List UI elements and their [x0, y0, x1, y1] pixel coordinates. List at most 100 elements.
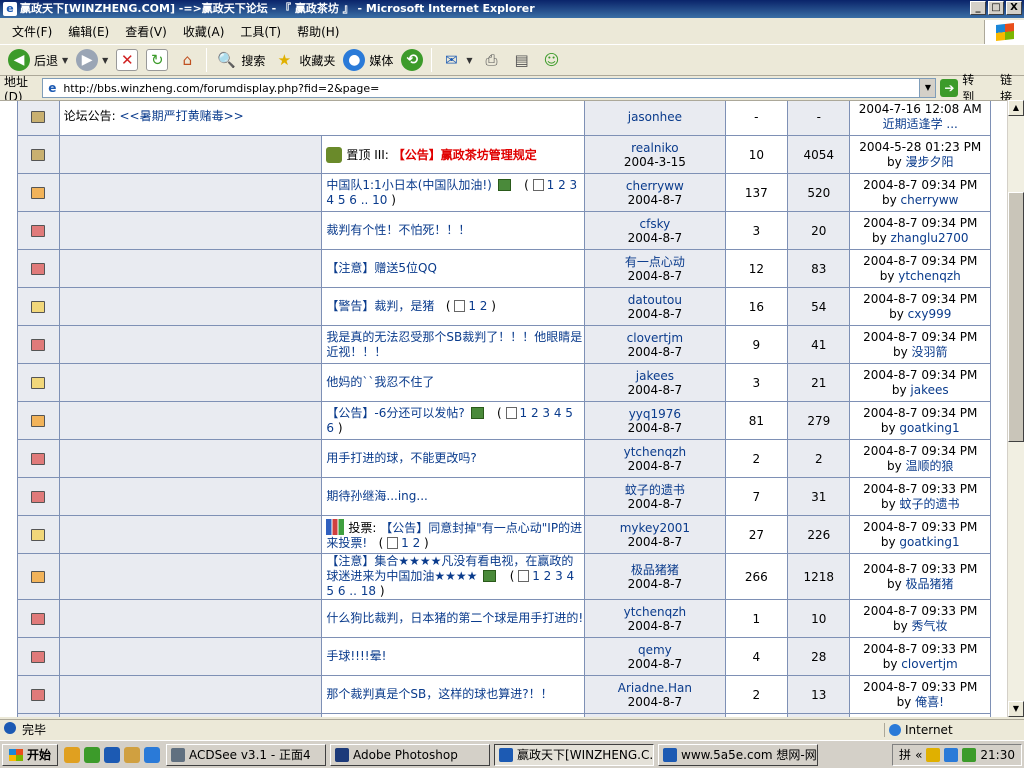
tray-expand-icon[interactable]: «	[915, 748, 922, 762]
author-link[interactable]: ytchenqzh	[585, 605, 724, 619]
thread-title-link[interactable]: 裁判有个性！不怕死！！！	[326, 223, 470, 237]
volume-icon[interactable]	[962, 747, 977, 762]
history-button[interactable]: ⟲	[397, 46, 427, 74]
author-link[interactable]: qemy	[585, 643, 724, 657]
last-poster-link[interactable]: cherryww	[901, 193, 959, 207]
back-dropdown-icon[interactable]: ▼	[62, 56, 68, 65]
thread-title-link[interactable]: <<暑期严打黄赌毒>>	[119, 109, 243, 123]
favorites-button[interactable]: ★ 收藏夹	[269, 46, 339, 74]
search-button[interactable]: 🔍 搜索	[211, 46, 269, 74]
ime-indicator[interactable]: 拼	[899, 746, 911, 763]
thread-title-link[interactable]: 【注意】赠送5位QQ	[326, 261, 437, 275]
close-button[interactable]: X	[1006, 1, 1022, 15]
menu-view[interactable]: 查看(V)	[117, 23, 175, 40]
author-link[interactable]: mykey2001	[585, 521, 724, 535]
thread-title-link[interactable]: 手球!!!!晕!	[326, 649, 386, 663]
vertical-scrollbar[interactable]: ▲ ▼	[1007, 100, 1024, 717]
author-link[interactable]: cfsky	[585, 217, 724, 231]
menu-edit[interactable]: 编辑(E)	[60, 23, 117, 40]
address-dropdown-icon[interactable]: ▼	[919, 79, 936, 97]
network-icon[interactable]	[944, 747, 959, 762]
last-poster-link[interactable]: 极品猪猪	[906, 577, 954, 591]
back-button[interactable]: ◀ 后退 ▼	[4, 46, 72, 74]
thread-title-link[interactable]: 他妈的``我忍不住了	[326, 375, 434, 389]
thread-title-link[interactable]: 【公告】赢政茶坊管理规定	[393, 148, 537, 162]
author-cell: ytchenqzh 2004-8-7	[584, 439, 726, 478]
quick-launch-icon[interactable]	[64, 746, 81, 763]
task-acdsee[interactable]: ACDSee v3.1 - 正面4	[166, 743, 327, 766]
menu-tools[interactable]: 工具(T)	[232, 23, 289, 40]
mail-dropdown-icon[interactable]: ▼	[466, 56, 472, 65]
last-poster-link[interactable]: 秀气妆	[912, 619, 948, 633]
desktop-icon[interactable]	[124, 746, 141, 763]
author-link[interactable]: 极品猪猪	[585, 563, 724, 577]
menu-favorites[interactable]: 收藏(A)	[175, 23, 233, 40]
author-link[interactable]: clovertjm	[585, 331, 724, 345]
last-poster-link[interactable]: 近期适逢学 ...	[883, 117, 958, 131]
start-button[interactable]: 开始	[2, 743, 59, 766]
thread-title-link[interactable]: 我是真的无法忍受那个SB裁判了！！！他眼睛是近视！！！	[326, 330, 582, 359]
thread-title-link[interactable]: 中国队1:1小日本(中国队加油!)	[326, 178, 492, 192]
last-poster-link[interactable]: zhanglu2700	[891, 231, 969, 245]
author-link[interactable]: Ariadne.Han	[585, 681, 724, 695]
scroll-thumb[interactable]	[1008, 192, 1024, 442]
minimize-button[interactable]: _	[970, 1, 986, 15]
print-button[interactable]: ⎙	[477, 46, 507, 74]
last-poster-link[interactable]: ytchenqzh	[898, 269, 961, 283]
author-link[interactable]: 有一点心动	[585, 255, 724, 269]
forward-button[interactable]: ▶ ▼	[72, 46, 112, 74]
ie-quick-icon[interactable]	[104, 746, 121, 763]
task-photoshop[interactable]: Adobe Photoshop	[330, 743, 491, 766]
author-link[interactable]: cherryww	[585, 179, 724, 193]
last-poster-link[interactable]: goatking1	[899, 535, 959, 549]
refresh-button[interactable]: ↻	[142, 46, 172, 74]
messenger-button[interactable]: ☺	[537, 46, 567, 74]
page-links[interactable]: 1 2	[468, 299, 487, 313]
author-link[interactable]: 蚊子的遗书	[585, 483, 724, 497]
tray-icon[interactable]	[926, 747, 941, 762]
last-poster-link[interactable]: jakees	[910, 383, 948, 397]
last-poster-link[interactable]: 漫步夕阳	[906, 155, 954, 169]
scroll-down-button[interactable]: ▼	[1008, 701, 1024, 717]
author-link[interactable]: ytchenqzh	[585, 445, 724, 459]
task-ie-5a5e[interactable]: www.5a5e.com 想网-网...	[658, 743, 819, 766]
page-links[interactable]: 1 2	[401, 536, 420, 550]
author-link[interactable]: datoutou	[585, 293, 724, 307]
forward-arrow-icon: ▶	[76, 49, 99, 71]
edit-button[interactable]: ▤	[507, 46, 537, 74]
author-link[interactable]: jakees	[585, 369, 724, 383]
author-link[interactable]: realniko	[585, 141, 724, 155]
thread-title-link[interactable]: 什么狗比裁判，日本猪的第二个球是用手打进的!	[326, 611, 583, 625]
thread-icon-cell	[58, 249, 323, 288]
media-player-icon[interactable]	[84, 746, 101, 763]
author-link[interactable]: yyq1976	[585, 407, 724, 421]
menu-file[interactable]: 文件(F)	[4, 23, 60, 40]
task-ie-winzheng[interactable]: 赢政天下[WINZHENG.C...	[494, 743, 655, 766]
stop-button[interactable]: ✕	[112, 46, 142, 74]
mail-button[interactable]: ✉ ▼	[436, 46, 476, 74]
media-button[interactable]: ● 媒体	[339, 46, 397, 74]
window-title-bar[interactable]: e 赢政天下[WINZHENG.COM] -=>赢政天下论坛 - 『 赢政茶坊 …	[0, 0, 1024, 18]
forward-dropdown-icon[interactable]: ▼	[102, 56, 108, 65]
thread-title-link[interactable]: 【公告】-6分还可以发帖?	[326, 406, 464, 420]
last-poster-link[interactable]: 温顺的狼	[906, 459, 954, 473]
scroll-up-button[interactable]: ▲	[1008, 100, 1024, 116]
thread-title-link[interactable]: 用手打进的球，不能更改吗?	[326, 451, 476, 465]
address-input[interactable]: e http://bbs.winzheng.com/forumdisplay.p…	[42, 78, 937, 98]
last-poster-link[interactable]: 俺喜!	[915, 695, 944, 709]
outlook-icon[interactable]	[144, 746, 161, 763]
post-date: 2004-8-7	[627, 534, 683, 549]
home-button[interactable]: ⌂	[172, 46, 202, 74]
thread-title-link[interactable]: 那个裁判真是个SB，这样的球也算进?！！	[326, 687, 552, 701]
thread-title-link[interactable]: 【警告】裁判，是猪	[326, 299, 434, 313]
thread-title-link[interactable]: 期待孙继海...ing...	[326, 489, 427, 503]
last-poster-link[interactable]: 蚊子的遗书	[900, 497, 960, 511]
menu-help[interactable]: 帮助(H)	[289, 23, 347, 40]
last-poster-link[interactable]: 没羽箭	[912, 345, 948, 359]
last-poster-link[interactable]: clovertjm	[901, 657, 957, 671]
last-poster-link[interactable]: cxy999	[908, 307, 952, 321]
last-poster-link[interactable]: goatking1	[899, 421, 959, 435]
maximize-button[interactable]: □	[988, 1, 1004, 15]
author-link[interactable]: jasonhee	[585, 110, 724, 124]
folder-icon	[31, 689, 46, 701]
